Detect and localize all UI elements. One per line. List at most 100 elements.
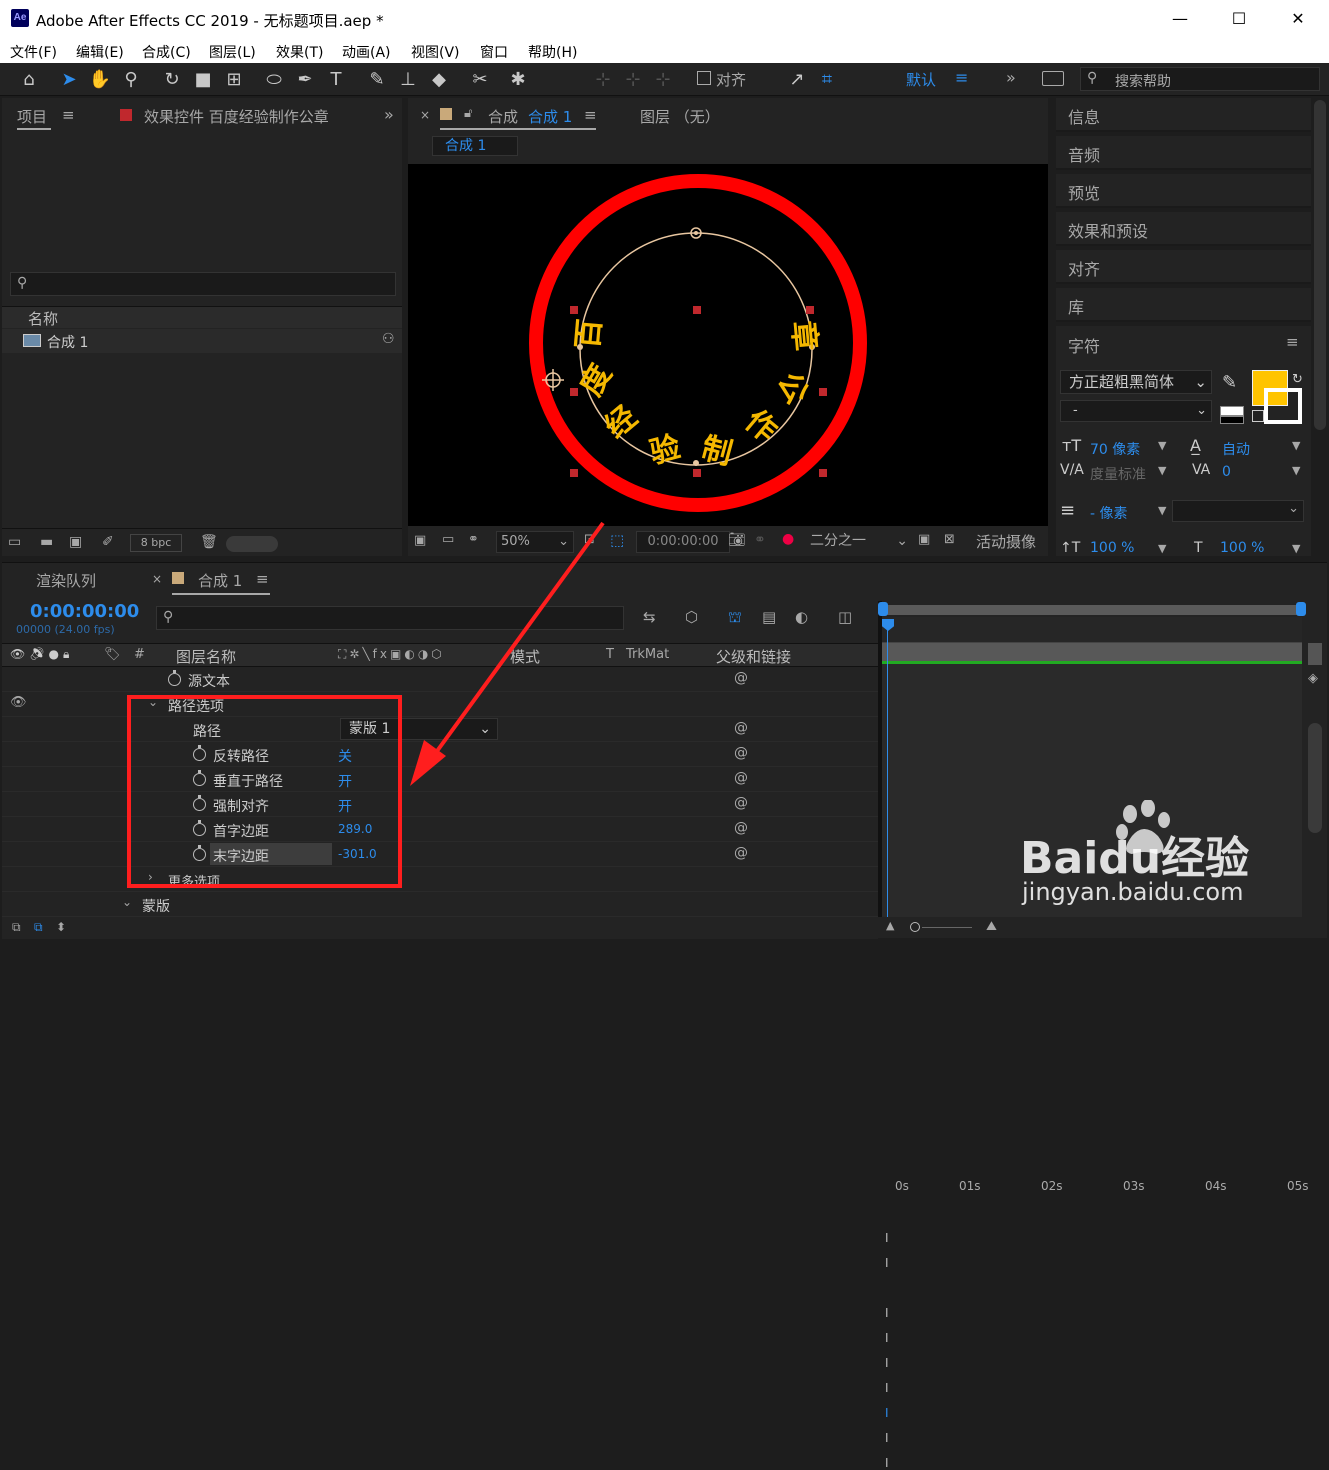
font-size-value[interactable]: 70 像素 <box>1090 439 1140 459</box>
property-row-force-alignment[interactable]: 强制对齐 开 @ <box>2 792 878 817</box>
hide-shy-layers-icon[interactable]: ⛫ <box>728 608 742 628</box>
graph-editor-icon[interactable]: ◫ <box>838 608 852 626</box>
chevron-down-icon[interactable]: ▼ <box>1292 439 1300 452</box>
property-value[interactable]: 关 <box>338 746 352 766</box>
align-checkbox[interactable] <box>697 71 711 85</box>
property-value[interactable]: 289.0 <box>338 822 372 836</box>
timeline-vertical-scroll-top[interactable] <box>1308 643 1322 665</box>
align-panel-header[interactable]: 对齐 <box>1056 250 1311 284</box>
stopwatch-icon[interactable] <box>193 745 206 761</box>
puppet-tool-icon[interactable]: ✱ <box>505 67 531 93</box>
menu-file[interactable]: 文件(F) <box>10 42 57 62</box>
preview-panel-header[interactable]: 预览 <box>1056 174 1311 208</box>
menu-animation[interactable]: 动画(A) <box>342 42 391 62</box>
tab-comp-prefix[interactable]: 合成 <box>488 106 518 127</box>
panel-menu-icon[interactable]: ≡ <box>256 570 269 588</box>
set-black-icon[interactable] <box>1220 416 1244 424</box>
expression-pickwhip-icon[interactable]: @ <box>734 820 748 836</box>
project-search-input[interactable]: ⚲ <box>10 272 396 296</box>
layer-name-header[interactable]: 图层名称 <box>176 646 236 667</box>
layer-duration-bar[interactable] <box>882 643 1302 661</box>
tab-project[interactable]: 项目 <box>17 106 47 127</box>
menu-window[interactable]: 窗口 <box>480 42 508 62</box>
resolution-select[interactable]: 二分之一 ⌄ <box>810 531 910 553</box>
property-row-source-text[interactable]: 源文本 @ <box>2 667 878 692</box>
zoom-tool-icon[interactable]: ⚲ <box>118 67 144 93</box>
show-snapshot-icon[interactable]: ⚭ <box>754 532 766 548</box>
snapshot-camera-icon[interactable]: 📷︎ <box>728 532 746 548</box>
layer-switches-toggle-icon[interactable]: ⧉ <box>12 920 21 935</box>
camera-tool-icon[interactable]: ■ <box>190 67 216 93</box>
close-button[interactable]: ✕ <box>1278 6 1318 32</box>
property-row-more-options[interactable]: › 更多选项 <box>2 867 878 892</box>
comp-breadcrumb[interactable]: 合成 1 <box>432 136 518 156</box>
tab-render-queue[interactable]: 渲染队列 <box>36 570 96 591</box>
graph-options-icon[interactable]: ◈ <box>1308 671 1318 686</box>
interpret-footage-icon[interactable]: ▭ <box>8 534 21 550</box>
stroke-type-select[interactable]: ⌄ <box>1172 500 1304 522</box>
new-folder-icon[interactable]: ▬ <box>40 534 53 550</box>
chevron-down-icon[interactable]: ▼ <box>1158 464 1166 477</box>
property-row-masks[interactable]: ⌄ 蒙版 <box>2 892 878 917</box>
timeline-graph-area[interactable] <box>882 664 1302 917</box>
trkmat-header[interactable]: TrkMat <box>626 647 669 662</box>
close-tab-icon[interactable]: × <box>152 572 162 586</box>
right-panel-scrollbar[interactable] <box>1314 100 1326 430</box>
more-workspaces-icon[interactable]: » <box>1006 68 1016 87</box>
new-composition-icon[interactable]: ▣ <box>69 534 82 550</box>
composition-mini-flowchart-icon[interactable]: ⇆ <box>643 608 656 626</box>
property-row-last-margin[interactable]: 末字边距 -301.0 @ <box>2 842 878 867</box>
clone-stamp-tool-icon[interactable]: ⊥ <box>395 67 421 93</box>
current-time-display[interactable]: 0:00:00:00 <box>636 531 730 553</box>
menu-effect[interactable]: 效果(T) <box>276 42 323 62</box>
comp-viewer[interactable]: 百 度 经 验 制 作 公 章 <box>408 164 1048 526</box>
stopwatch-icon[interactable] <box>193 845 206 861</box>
chevron-right-icon[interactable]: › <box>148 870 153 884</box>
property-row-path-options[interactable]: 👁︎ ⌄ 路径选项 <box>2 692 878 717</box>
expression-pickwhip-icon[interactable]: @ <box>734 720 748 736</box>
name-column-header[interactable]: 名称 <box>2 306 402 328</box>
stroke-color-swatch[interactable] <box>1264 388 1302 424</box>
chevron-down-icon[interactable]: ⌄ <box>122 895 132 909</box>
set-white-icon[interactable] <box>1220 406 1244 416</box>
hand-tool-icon[interactable]: ✋ <box>87 67 113 93</box>
menu-edit[interactable]: 编辑(E) <box>76 42 124 62</box>
axis-view-icon[interactable]: ⊹ <box>650 67 676 93</box>
property-value[interactable]: 开 <box>338 796 352 816</box>
info-panel-header[interactable]: 信息 <box>1056 98 1311 132</box>
zoom-select[interactable]: 50% ⌄ <box>496 531 574 553</box>
menu-view[interactable]: 视图(V) <box>411 42 460 62</box>
adjust-project-settings-icon[interactable]: ✐ <box>102 534 114 550</box>
menu-layer[interactable]: 图层(L) <box>209 42 256 62</box>
chevron-down-icon[interactable]: ▼ <box>1292 464 1300 477</box>
minimize-button[interactable]: — <box>1160 6 1200 32</box>
leading-value[interactable]: 自动 <box>1222 439 1250 459</box>
more-panels-icon[interactable]: » <box>384 105 394 124</box>
snap-target-icon[interactable]: ⌗ <box>814 67 840 93</box>
font-family-select[interactable]: 方正超粗黑简体 ⌄ <box>1060 370 1212 394</box>
expression-pickwhip-icon[interactable]: @ <box>734 745 748 761</box>
selection-tool-icon[interactable]: ➤ <box>56 67 82 93</box>
parent-link-header[interactable]: 父级和链接 <box>716 646 791 667</box>
expression-pickwhip-icon[interactable]: @ <box>734 670 748 686</box>
maximize-button[interactable]: ☐ <box>1219 6 1259 32</box>
eyedropper-icon[interactable]: ✎ <box>1222 372 1237 393</box>
property-row-reverse-path[interactable]: 反转路径 关 @ <box>2 742 878 767</box>
property-value[interactable]: 开 <box>338 771 352 791</box>
time-ruler[interactable] <box>882 617 1302 643</box>
audio-panel-header[interactable]: 音频 <box>1056 136 1311 170</box>
help-search-box[interactable]: ⚲ 搜索帮助 <box>1080 67 1320 91</box>
frame-blending-icon[interactable]: ▤ <box>762 608 776 626</box>
axis-local-icon[interactable]: ⊹ <box>590 67 616 93</box>
font-style-select[interactable]: - ⌄ <box>1060 400 1212 422</box>
chevron-down-icon[interactable]: ▼ <box>1292 542 1300 555</box>
region-of-interest-icon[interactable]: ▣ <box>918 532 930 547</box>
mode-header[interactable]: 模式 <box>510 646 540 667</box>
work-area-end-handle[interactable] <box>1296 602 1306 616</box>
in-out-toggle-icon[interactable]: ⬍ <box>56 920 66 934</box>
property-row-path[interactable]: 路径 蒙版 1 ⌄ @ <box>2 717 878 742</box>
property-row-perpendicular[interactable]: 垂直于路径 开 @ <box>2 767 878 792</box>
mask-visibility-icon[interactable]: ⚭ <box>468 532 479 547</box>
transparency-grid-icon[interactable]: ⬚ <box>610 531 624 549</box>
property-row-first-margin[interactable]: 首字边距 289.0 @ <box>2 817 878 842</box>
